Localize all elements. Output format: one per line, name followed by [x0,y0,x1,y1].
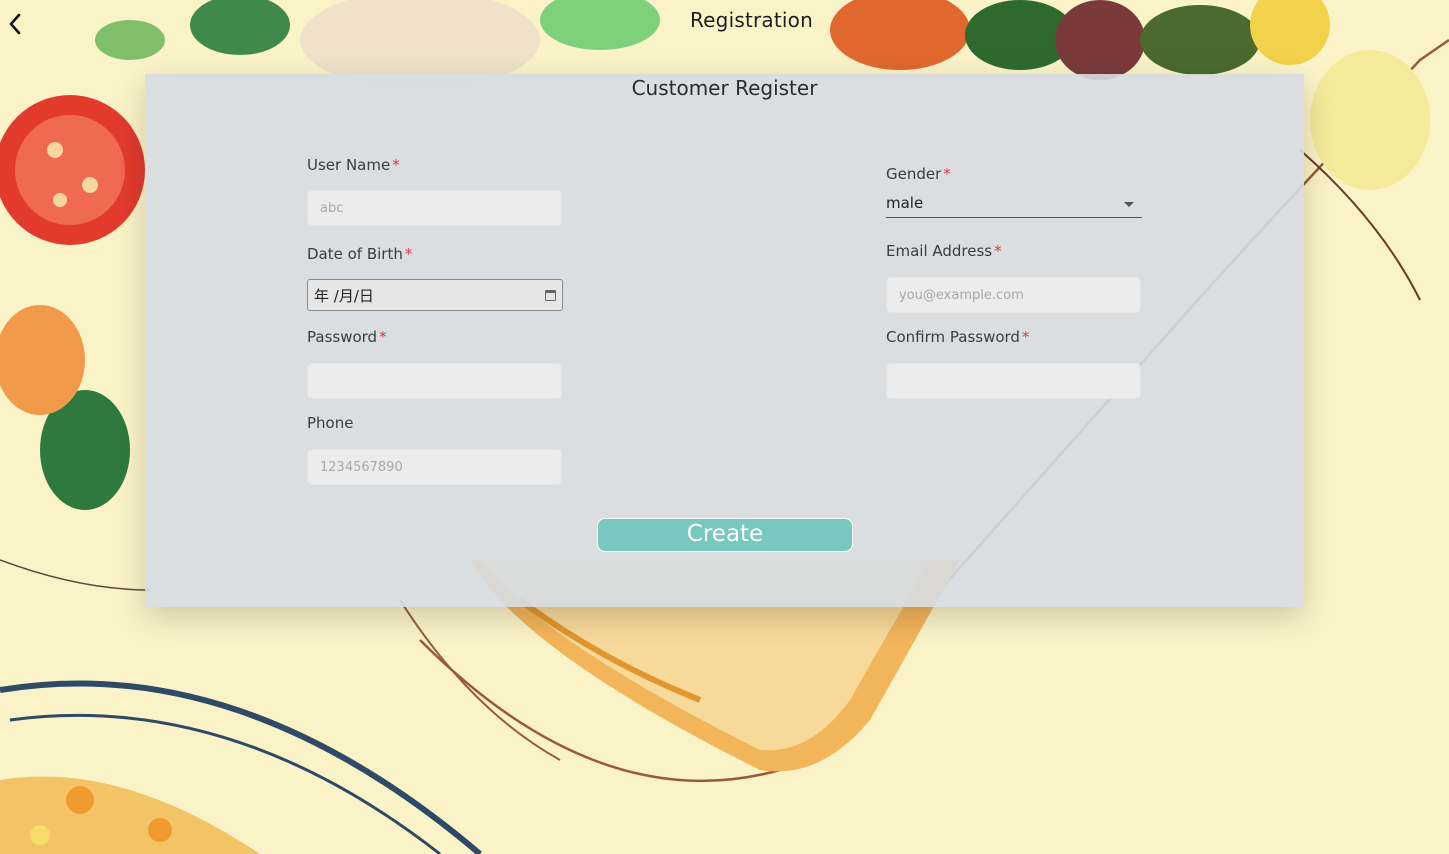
phone-input[interactable] [307,449,562,485]
page-title: Registration [689,8,813,32]
email-input[interactable] [886,277,1141,313]
required-marker: * [404,245,413,263]
dob-date-input[interactable]: 年 /月/日 [307,279,563,311]
username-input[interactable] [307,190,562,226]
required-marker: * [994,242,1002,260]
dob-label: Date of Birth * [307,245,413,263]
confirm-password-label: Confirm Password * [886,328,1030,346]
password-input[interactable] [307,363,562,399]
registration-card: Customer Register User Name* Date of Bir… [145,74,1304,607]
gender-select[interactable]: male [886,190,1142,218]
email-label: Email Address * [886,242,1002,260]
username-label: User Name * [307,156,400,174]
required-marker: * [943,165,951,183]
required-marker: * [392,156,400,174]
caret-down-icon [1124,202,1134,207]
gender-value: male [886,194,924,212]
dob-value: 年 /月/日 [314,286,374,305]
create-button[interactable]: Create [597,518,853,552]
confirm-password-input[interactable] [886,363,1141,399]
form-title: Customer Register [631,76,818,100]
calendar-icon[interactable] [545,289,556,301]
required-marker: * [379,328,387,346]
gender-label: Gender * [886,165,951,183]
password-label: Password * [307,328,387,346]
phone-label: Phone [307,414,354,432]
required-marker: * [1021,328,1030,346]
